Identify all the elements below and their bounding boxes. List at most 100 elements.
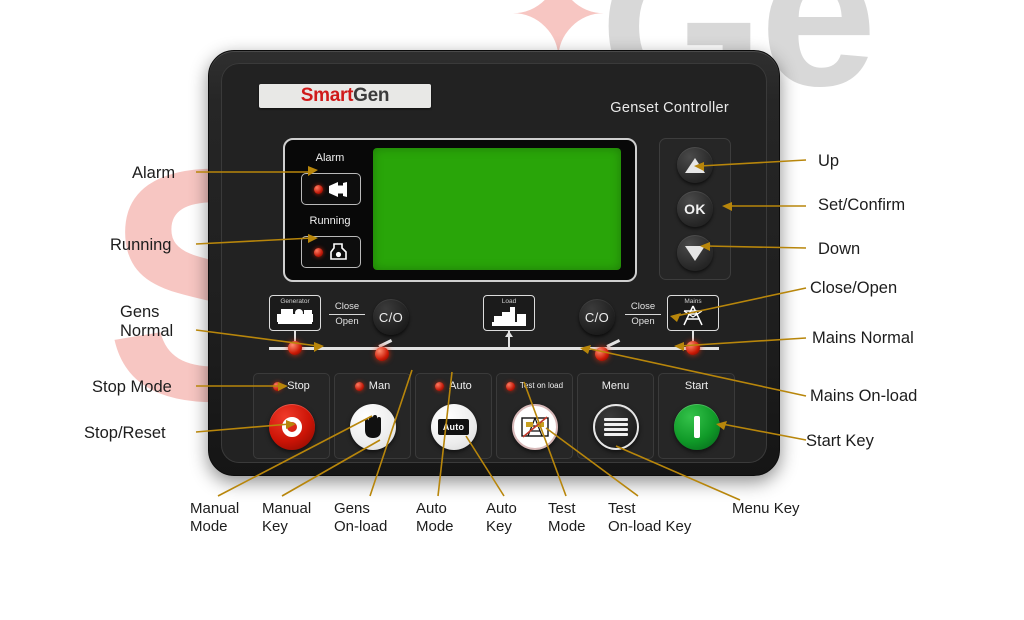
triangle-down-icon <box>685 245 705 261</box>
label-stop-mode: Stop Mode <box>92 378 172 396</box>
stop-reset-button[interactable] <box>268 404 315 450</box>
close-open-right-label: Close Open <box>621 301 665 328</box>
alarm-indicator-label: Alarm <box>315 152 345 164</box>
menu-key-label: Menu <box>601 379 630 392</box>
label-close-open: Close/Open <box>810 279 898 297</box>
start-key-header: Start <box>659 378 734 394</box>
label-test-on-load-key: Test On-load Key <box>608 500 692 535</box>
manual-mode-led <box>354 381 364 391</box>
horn-icon <box>328 181 347 197</box>
test-key-header: Test on load <box>497 378 572 394</box>
key-cell-stop: Stop <box>253 373 330 459</box>
label-test-mode: Test Mode <box>548 500 586 535</box>
key-cell-test: Test on load <box>496 373 573 459</box>
auto-key-label: Auto <box>449 379 472 392</box>
label-mains-normal: Mains Normal <box>812 329 914 347</box>
close-label-right: Close <box>630 301 656 312</box>
label-start-key: Start Key <box>806 432 874 450</box>
alarm-indicator <box>301 173 361 205</box>
close-open-left-button[interactable]: C/O <box>373 299 409 335</box>
label-auto-mode: Auto Mode <box>416 500 454 535</box>
running-indicator <box>301 236 361 268</box>
label-mains-on-load: Mains On-load <box>810 387 918 405</box>
triangle-up-icon <box>685 157 705 173</box>
function-key-row: Stop Man Auto Auto Test on load Menu Sta… <box>253 373 735 459</box>
stop-mode-led <box>273 381 283 391</box>
start-key-button[interactable] <box>673 404 720 450</box>
label-menu-key: Menu Key <box>732 500 800 517</box>
key-cell-start: Start <box>658 373 735 459</box>
mains-pylon-icon <box>683 305 703 326</box>
gens-on-load-led <box>375 347 389 361</box>
label-manual-key: Manual Key <box>262 500 312 535</box>
load-arrow-icon <box>505 331 513 337</box>
label-gens-normal: Gens Normal <box>120 303 174 340</box>
co-right-label: C/O <box>584 309 610 325</box>
test-on-load-key-button[interactable] <box>511 404 558 450</box>
hand-icon <box>364 415 381 438</box>
page-title: Genset Controller <box>610 100 729 116</box>
test-mode-led <box>505 381 515 391</box>
mains-on-load-led <box>595 347 609 361</box>
auto-mode-led <box>435 381 445 391</box>
label-alarm: Alarm <box>132 164 176 182</box>
lcd-screen <box>373 148 621 270</box>
panel-face: SmartGen Genset Controller Alarm Running <box>221 63 767 463</box>
ok-button-label: OK <box>684 201 706 217</box>
manual-key-button[interactable] <box>349 404 396 450</box>
key-cell-auto: Auto Auto <box>415 373 492 459</box>
navigation-keypad: OK <box>659 138 731 280</box>
label-stop-reset: Stop/Reset <box>84 424 166 442</box>
auto-key-button[interactable]: Auto <box>430 404 477 450</box>
open-label-left: Open <box>335 316 359 327</box>
logo-smart-text: Smart <box>300 85 354 106</box>
hamburger-icon <box>603 418 628 436</box>
power-flow-diagram: Generator Close Open C/O Load C/O Close … <box>261 295 727 361</box>
load-factory-icon <box>492 307 526 326</box>
menu-key-button[interactable] <box>592 404 639 450</box>
mains-normal-led <box>686 341 700 355</box>
display-block: Alarm Running <box>283 138 637 282</box>
close-label-left: Close <box>334 301 360 312</box>
label-down: Down <box>818 240 861 258</box>
label-gens-on-load: Gens On-load <box>334 500 388 535</box>
key-cell-menu: Menu <box>577 373 654 459</box>
stop-key-label: Stop <box>287 379 310 392</box>
stop-key-header: Stop <box>254 378 329 394</box>
label-auto-key: Auto Key <box>486 500 517 535</box>
man-key-header: Man <box>335 378 410 394</box>
generator-label: Generator <box>280 298 310 305</box>
ok-button[interactable]: OK <box>677 191 713 227</box>
down-button[interactable] <box>677 235 713 271</box>
man-key-label: Man <box>368 379 391 392</box>
start-bar-icon <box>693 416 700 438</box>
label-up: Up <box>818 152 840 170</box>
label-set-confirm: Set/Confirm <box>818 196 906 214</box>
alarm-led-icon <box>313 184 323 194</box>
stop-circle-icon <box>281 417 302 437</box>
running-indicator-label: Running <box>309 215 351 227</box>
load-icon-box: Load <box>483 295 535 331</box>
close-open-right-button[interactable]: C/O <box>579 299 615 335</box>
divider-left <box>329 314 365 315</box>
logo-gen-text: Gen <box>353 85 390 106</box>
load-label: Load <box>501 298 517 305</box>
test-key-label: Test on load <box>519 380 564 390</box>
mains-label: Mains <box>684 298 702 305</box>
bus-bar <box>269 347 719 350</box>
menu-key-header: Menu <box>578 378 653 394</box>
up-button[interactable] <box>677 147 713 183</box>
genset-controller-panel: SmartGen Genset Controller Alarm Running <box>208 50 780 476</box>
engine-icon <box>329 243 347 260</box>
auto-key-header: Auto <box>416 378 491 394</box>
test-on-load-icon <box>520 416 549 438</box>
divider-right <box>625 314 661 315</box>
co-left-label: C/O <box>378 309 404 325</box>
generator-icon <box>277 309 313 324</box>
mains-icon-box: Mains <box>667 295 719 331</box>
running-led-icon <box>313 247 323 257</box>
smartgen-logo: SmartGen <box>259 84 431 108</box>
start-key-label: Start <box>684 379 709 392</box>
generator-icon-box: Generator <box>269 295 321 331</box>
close-open-left-label: Close Open <box>325 301 369 328</box>
